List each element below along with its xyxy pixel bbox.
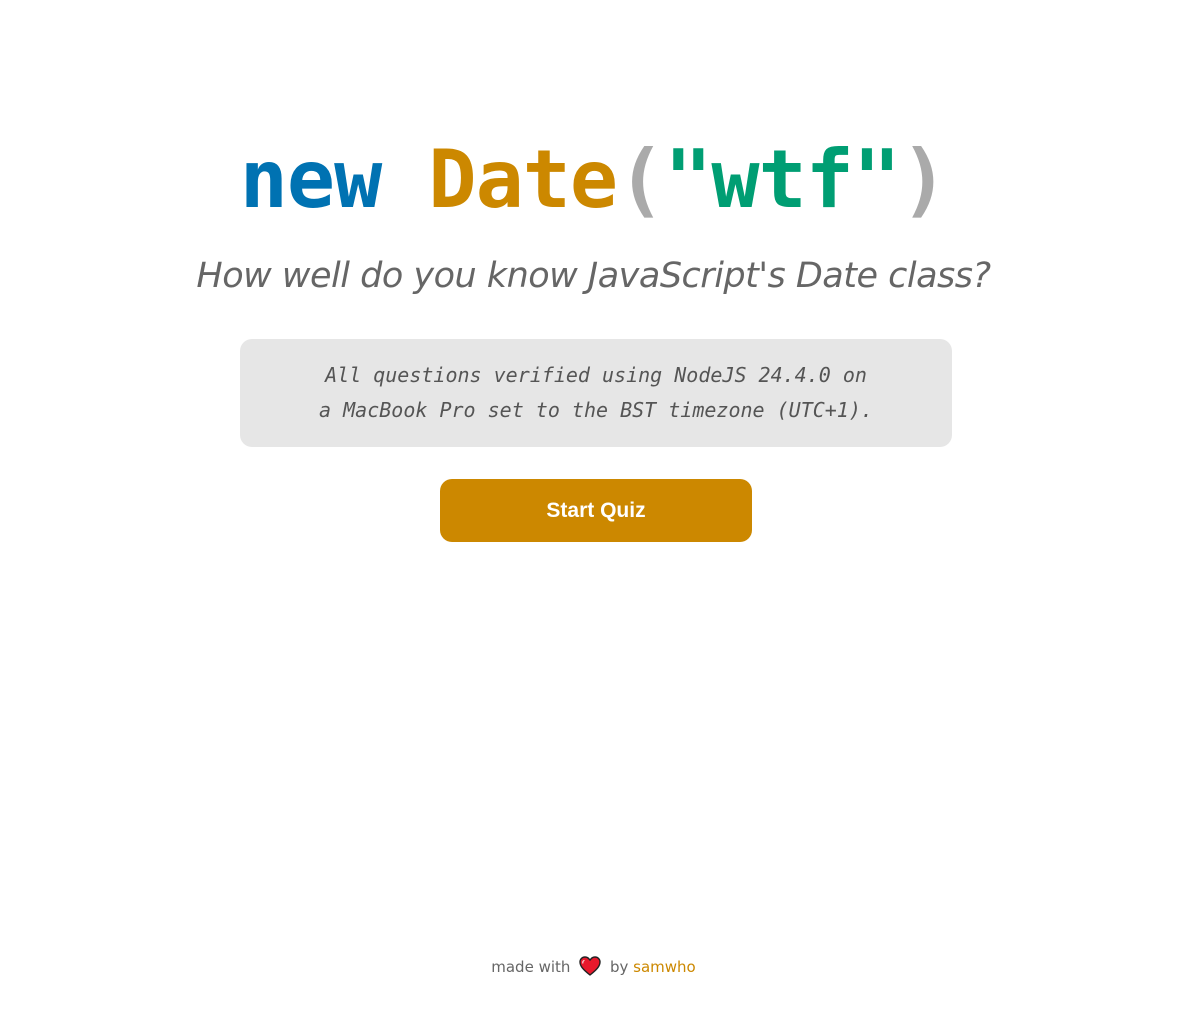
- title-class-date: Date: [428, 133, 618, 226]
- footer-by: by: [609, 958, 629, 976]
- author-link[interactable]: samwho: [633, 958, 696, 976]
- footer-made-with: made with: [491, 958, 571, 976]
- title-open-paren: (: [617, 133, 665, 226]
- notice-line-2: a MacBook Pro set to the BST timezone (U…: [319, 398, 873, 422]
- page-title: new Date("wtf"): [0, 134, 1187, 226]
- notice-line-1: All questions verified using NodeJS 24.4…: [325, 363, 867, 387]
- title-close-paren: ): [900, 133, 948, 226]
- verification-notice: All questions verified using NodeJS 24.4…: [240, 339, 952, 447]
- title-string-wtf: "wtf": [664, 133, 901, 226]
- start-quiz-button[interactable]: Start Quiz: [440, 479, 752, 542]
- quiz-landing-page: new Date("wtf") How well do you know Jav…: [0, 0, 1187, 1011]
- footer: made with by samwho: [0, 955, 1187, 979]
- title-space: [381, 133, 428, 226]
- heart-icon: [579, 956, 601, 976]
- title-keyword-new: new: [239, 133, 382, 226]
- page-subtitle: How well do you know JavaScript's Date c…: [196, 256, 991, 296]
